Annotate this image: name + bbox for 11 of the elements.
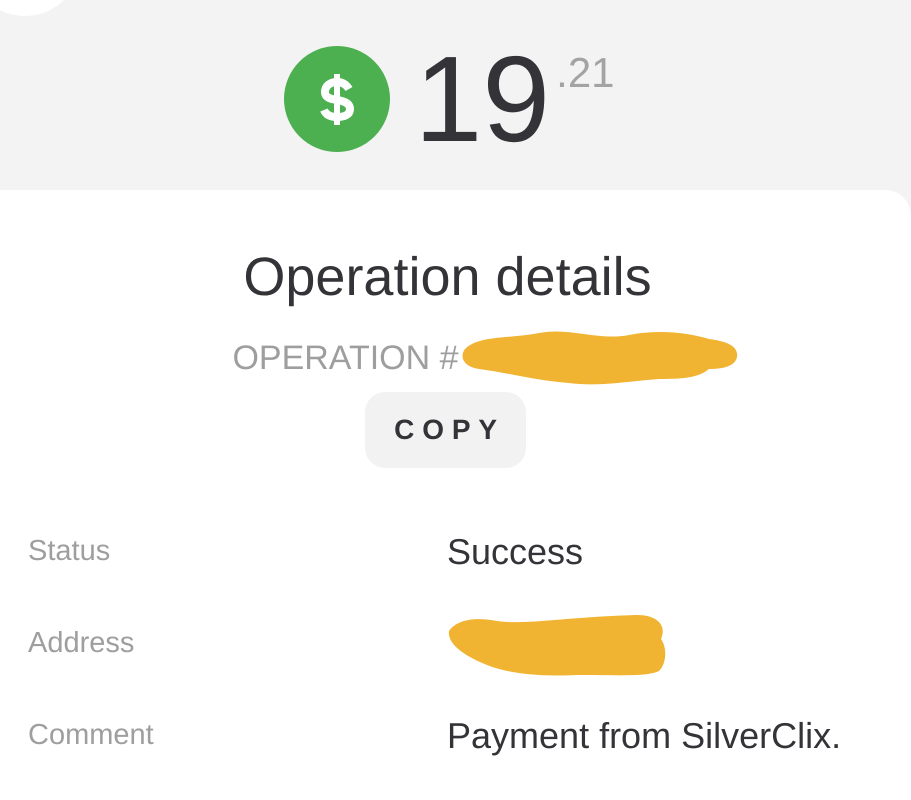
amount-whole: 19 bbox=[414, 38, 550, 160]
section-title: Operation details bbox=[242, 246, 653, 309]
dollar-icon bbox=[284, 46, 390, 152]
field-value: Success bbox=[447, 530, 584, 574]
operation-label: OPERATION # bbox=[232, 340, 459, 374]
field-label: Comment bbox=[28, 718, 155, 753]
field-value: Payment from SilverClix. bbox=[447, 714, 842, 758]
amount-fraction: .21 bbox=[556, 52, 615, 94]
field-label: Status bbox=[28, 534, 112, 569]
field-label: Address bbox=[28, 626, 136, 661]
copy-button[interactable]: COPY bbox=[365, 392, 526, 468]
